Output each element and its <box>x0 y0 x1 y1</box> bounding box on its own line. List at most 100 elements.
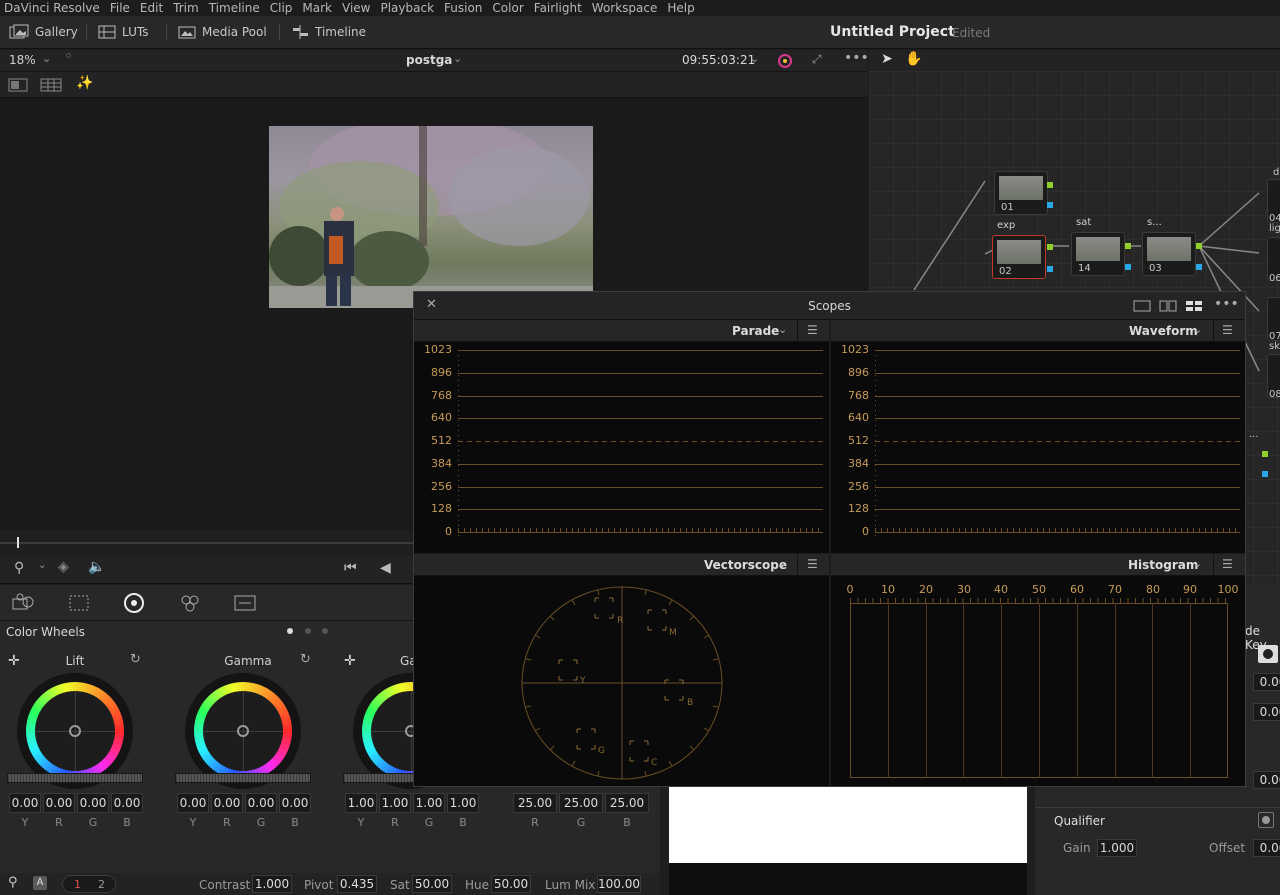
mask-toggle[interactable] <box>1258 645 1278 663</box>
qualifier-toggle[interactable] <box>1258 812 1274 828</box>
menu-view[interactable]: View <box>337 1 375 15</box>
more-options-icon[interactable]: ••• <box>1214 296 1239 312</box>
offset-r-value[interactable]: 25.00 <box>513 793 557 813</box>
lift-y-value[interactable]: 0.00 <box>9 793 41 813</box>
pointer-icon[interactable]: ➤ <box>881 51 893 67</box>
playhead[interactable] <box>17 537 19 548</box>
menu-file[interactable]: File <box>105 1 135 15</box>
gamma-b-value[interactable]: 0.00 <box>279 793 311 813</box>
node-14[interactable]: sat 14 <box>1071 217 1125 276</box>
chevron-down-icon[interactable]: ⌄ <box>453 52 462 65</box>
vectorscope-scope[interactable]: R M B C G Y <box>414 576 829 786</box>
page-1-button[interactable]: 1 <box>74 878 81 891</box>
gamma-y-value[interactable]: 0.00 <box>177 793 209 813</box>
chevron-down-icon[interactable]: ⌄ <box>1193 323 1202 336</box>
menu-app[interactable]: DaVinci Resolve <box>0 1 105 15</box>
play-reverse-icon[interactable]: ◀ <box>380 560 391 576</box>
page-2-button[interactable]: 2 <box>98 878 105 891</box>
node-output-pin[interactable] <box>1125 264 1131 270</box>
more-options-icon[interactable]: ••• <box>844 50 869 66</box>
gain-b-value[interactable]: 1.00 <box>447 793 479 813</box>
gain-y-value[interactable]: 1.00 <box>345 793 377 813</box>
chevron-down-icon[interactable]: ⌄ <box>750 52 759 65</box>
color-wheels-icon[interactable] <box>123 592 145 614</box>
magic-wand-icon[interactable]: ✨ <box>76 75 93 91</box>
eyedropper-icon[interactable]: ⚲ <box>14 560 24 576</box>
luts-button[interactable]: LUTs <box>98 22 148 42</box>
chevron-down-icon[interactable]: ⌄ <box>778 557 787 570</box>
single-layout-icon[interactable] <box>1133 300 1151 312</box>
lift-g-value[interactable]: 0.00 <box>77 793 109 813</box>
parade-scope[interactable]: 1023 896 768 640 512 384 256 128 0 <box>414 342 829 553</box>
gamma-g-value[interactable]: 0.00 <box>245 793 277 813</box>
node-output-pin[interactable] <box>1196 264 1202 270</box>
lum-mix-field[interactable]: 100.00 <box>597 875 641 893</box>
chevron-down-icon[interactable]: ⌄ <box>38 560 46 571</box>
layers-icon[interactable]: ◈ <box>58 559 69 575</box>
node-output-pin[interactable] <box>1047 182 1053 188</box>
key-value-1[interactable]: 0.00 <box>1253 673 1280 691</box>
menu-workspace[interactable]: Workspace <box>587 1 663 15</box>
gamma-master-slider[interactable] <box>175 773 311 783</box>
offset-g-value[interactable]: 25.00 <box>559 793 603 813</box>
wheel-handle[interactable] <box>237 725 249 737</box>
menu-mark[interactable]: Mark <box>297 1 337 15</box>
motion-effects-icon[interactable] <box>233 593 257 613</box>
parade-select[interactable]: Parade <box>732 324 779 338</box>
speaker-icon[interactable]: 🔈 <box>88 559 105 575</box>
zoom-select[interactable]: 18% <box>9 53 36 67</box>
reset-icon[interactable]: ↻ <box>300 652 311 667</box>
waveform-select[interactable]: Waveform <box>1129 324 1198 338</box>
rgb-mixer-icon[interactable] <box>178 592 202 614</box>
histogram-select[interactable]: Histogram <box>1128 558 1198 572</box>
hue-field[interactable]: 50.00 <box>491 875 531 893</box>
timecode[interactable]: 09:55:03:21 <box>682 53 755 67</box>
page-switch[interactable] <box>62 875 116 893</box>
quad-layout-icon[interactable] <box>1185 300 1203 312</box>
timeline-button[interactable]: Timeline <box>291 22 366 42</box>
skip-back-icon[interactable]: ⏮ <box>344 560 357 576</box>
sat-field[interactable]: 50.00 <box>412 875 452 893</box>
key-value-3[interactable]: 0.00 <box>1253 771 1280 789</box>
node-output-pin[interactable] <box>1196 243 1202 249</box>
gallery-button[interactable]: Gallery <box>9 22 78 42</box>
node-01[interactable]: 01 <box>994 171 1048 215</box>
scope-settings-icon[interactable]: ☰ <box>807 323 818 337</box>
split-view-icon[interactable] <box>8 78 28 92</box>
lift-b-value[interactable]: 0.00 <box>111 793 143 813</box>
histogram-scope[interactable]: 0 10 20 30 40 50 60 70 80 90 100 <box>831 576 1245 786</box>
grid-view-icon[interactable] <box>40 78 62 92</box>
key-value-2[interactable]: 0.00 <box>1253 703 1280 721</box>
chevron-down-icon[interactable]: ⌄ <box>778 323 787 336</box>
node-output-pin[interactable] <box>1047 202 1053 208</box>
picker-icon[interactable]: ✛ <box>344 653 356 669</box>
menu-edit[interactable]: Edit <box>135 1 168 15</box>
lift-r-value[interactable]: 0.00 <box>43 793 75 813</box>
node-output-pin[interactable] <box>1262 451 1268 457</box>
node-02[interactable]: exp 02 <box>992 220 1046 279</box>
vectorscope-select[interactable]: Vectorscope <box>704 558 787 572</box>
wheel-handle[interactable] <box>69 725 81 737</box>
auto-icon[interactable]: A <box>33 876 47 890</box>
auto-balance-icon[interactable]: ⚲ <box>8 875 18 890</box>
menu-trim[interactable]: Trim <box>168 1 204 15</box>
menu-playback[interactable]: Playback <box>375 1 439 15</box>
chevron-down-icon[interactable]: ⌄ <box>42 52 51 65</box>
page-dot[interactable] <box>322 628 328 634</box>
hand-icon[interactable]: ✋ <box>905 51 922 67</box>
menu-fusion[interactable]: Fusion <box>439 1 487 15</box>
node-output-pin[interactable] <box>1262 471 1268 477</box>
offset-field[interactable]: 0.00 <box>1253 839 1280 857</box>
dual-layout-icon[interactable] <box>1159 300 1177 312</box>
clip-name[interactable]: postga <box>406 53 452 67</box>
node-output-pin[interactable] <box>1125 243 1131 249</box>
menu-help[interactable]: Help <box>662 1 699 15</box>
color-picker-icon[interactable] <box>776 53 794 69</box>
reset-icon[interactable]: ↻ <box>130 652 141 667</box>
page-dot-active[interactable] <box>287 628 293 634</box>
scope-settings-icon[interactable]: ☰ <box>1222 557 1233 571</box>
pivot-field[interactable]: 0.435 <box>337 875 377 893</box>
gain-field[interactable]: 1.000 <box>1097 839 1137 857</box>
gamma-wheel[interactable] <box>185 673 301 789</box>
contrast-field[interactable]: 1.000 <box>252 875 292 893</box>
